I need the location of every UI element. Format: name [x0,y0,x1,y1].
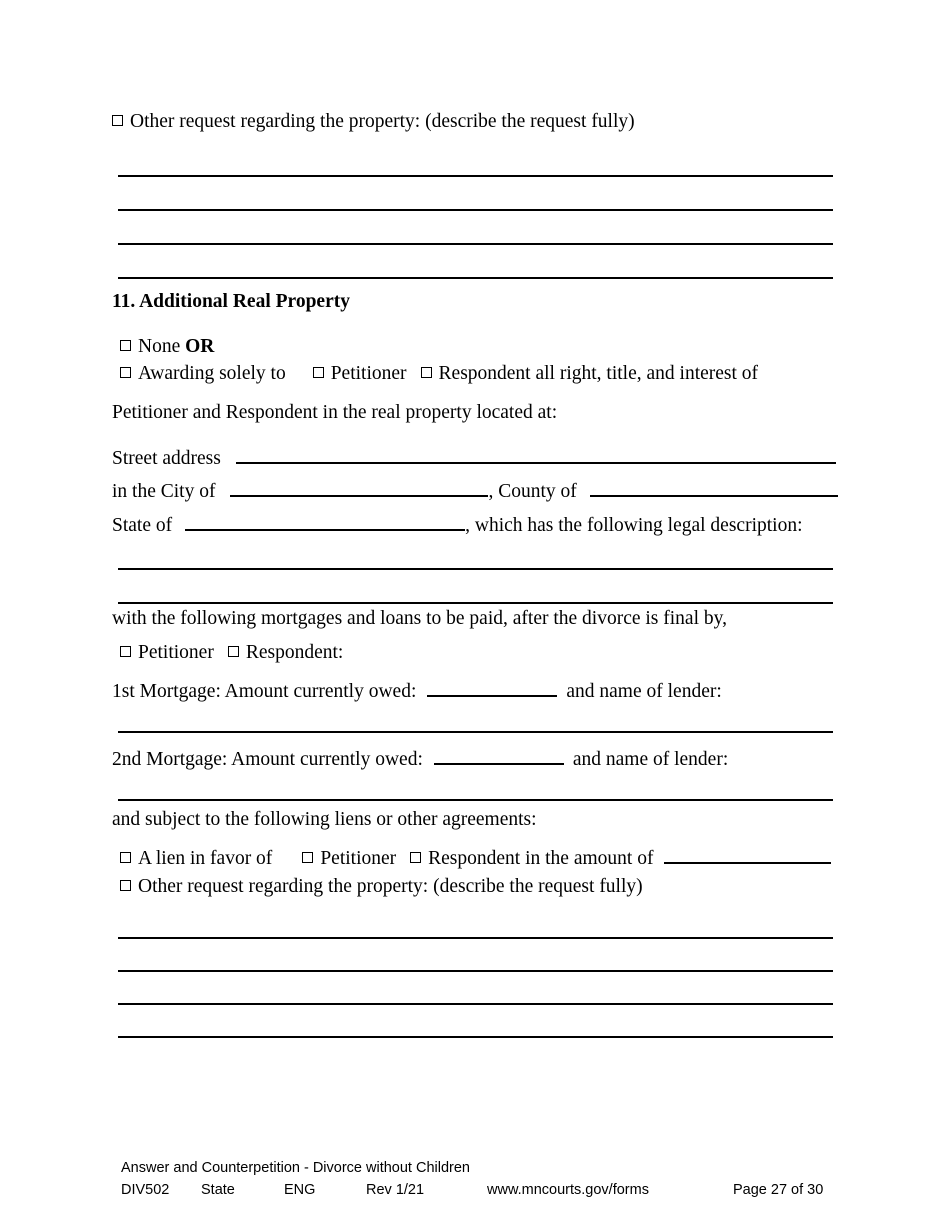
lien-row[interactable]: A lien in favor of Petitioner Respondent… [120,843,832,869]
awarding-checkbox[interactable] [120,367,131,378]
parties-property-line: Petitioner and Respondent in the real pr… [112,402,558,423]
footer-page-number: Page 27 of 30 [733,1182,824,1198]
second-mortgage-lender-label: and name of lender: [572,748,729,770]
bottom-write-rule-1[interactable] [118,937,833,939]
second-mortgage-lender-rule[interactable] [118,799,833,801]
awarding-label: Awarding solely to [138,363,286,384]
city-county-row[interactable]: in the City of , County of [112,476,838,501]
legal-description-rule-1[interactable] [118,568,833,570]
state-row[interactable]: State of , which has the following legal… [112,510,803,535]
street-address-row[interactable]: Street address [112,443,836,468]
top-write-rule-3[interactable] [118,243,833,245]
state-blank[interactable] [185,510,466,531]
payer-petitioner-checkbox[interactable] [120,646,131,657]
other-request-top-row[interactable]: Other request regarding the property: (d… [112,112,635,132]
mortgages-intro: with the following mortgages and loans t… [112,608,727,629]
liens-intro: and subject to the following liens or ot… [112,809,537,830]
footer-scope: State [201,1182,235,1198]
top-write-rule-1[interactable] [118,175,833,177]
none-label: None [138,336,181,357]
footer-revision: Rev 1/21 [366,1182,425,1198]
none-checkbox[interactable] [120,340,131,351]
county-label: , County of [488,480,577,502]
lien-favor-checkbox[interactable] [120,851,131,863]
other-request-top-checkbox[interactable] [112,115,123,126]
payer-row[interactable]: Petitioner Respondent: [120,643,343,663]
none-option-row[interactable]: None OR [120,337,214,357]
form-page: Other request regarding the property: (d… [0,0,950,1230]
lien-respondent-checkbox[interactable] [410,851,422,863]
lien-petitioner-label: Petitioner [320,847,397,869]
other-request-top-label: Other request regarding the property: (d… [130,111,635,132]
legal-description-label: , which has the following legal descript… [465,514,803,536]
bottom-write-rule-2[interactable] [118,970,833,972]
first-mortgage-row[interactable]: 1st Mortgage: Amount currently owed: and… [112,676,722,701]
payer-respondent-checkbox[interactable] [227,646,239,657]
second-mortgage-row[interactable]: 2nd Mortgage: Amount currently owed: and… [112,744,728,769]
top-write-rule-2[interactable] [118,209,833,211]
bottom-write-rule-3[interactable] [118,1003,833,1005]
first-mortgage-amount-blank[interactable] [427,676,558,697]
first-mortgage-lender-label: and name of lender: [566,680,722,702]
awarding-respondent-checkbox[interactable] [420,367,432,378]
top-write-rule-4[interactable] [118,277,833,279]
legal-description-rule-2[interactable] [118,602,833,604]
payer-respondent-label: Respondent: [245,642,344,663]
awarding-petitioner-checkbox[interactable] [312,367,324,378]
first-mortgage-lender-rule[interactable] [118,731,833,733]
other-request-bottom-checkbox[interactable] [120,880,131,891]
other-request-bottom-label: Other request regarding the property: (d… [138,876,643,897]
lien-respondent-label: Respondent in the amount of [428,847,654,869]
city-blank[interactable] [230,476,489,497]
street-address-blank[interactable] [235,443,836,464]
awarding-respondent-label: Respondent all right, title, and interes… [438,363,759,384]
state-label: State of [112,514,173,536]
footer-language: ENG [284,1182,316,1198]
section-11-heading: 11. Additional Real Property [112,291,350,312]
footer-website: www.mncourts.gov/forms [487,1182,649,1198]
lien-amount-blank[interactable] [664,843,832,864]
second-mortgage-label: 2nd Mortgage: Amount currently owed: [112,748,423,770]
other-request-bottom-row[interactable]: Other request regarding the property: (d… [120,877,643,897]
payer-petitioner-label: Petitioner [138,642,214,663]
lien-favor-label: A lien in favor of [138,847,273,869]
footer-form-number: DIV502 [121,1182,170,1198]
county-blank[interactable] [589,476,838,497]
awarding-row[interactable]: Awarding solely to Petitioner Respondent… [120,364,758,384]
bottom-write-rule-4[interactable] [118,1036,833,1038]
second-mortgage-amount-blank[interactable] [433,744,564,765]
first-mortgage-label: 1st Mortgage: Amount currently owed: [112,680,417,702]
awarding-petitioner-label: Petitioner [330,363,407,384]
lien-petitioner-checkbox[interactable] [302,851,314,863]
or-label: OR [185,336,215,357]
city-label: in the City of [112,480,216,502]
footer-form-title: Answer and Counterpetition - Divorce wit… [121,1160,470,1176]
street-address-label: Street address [112,447,221,469]
